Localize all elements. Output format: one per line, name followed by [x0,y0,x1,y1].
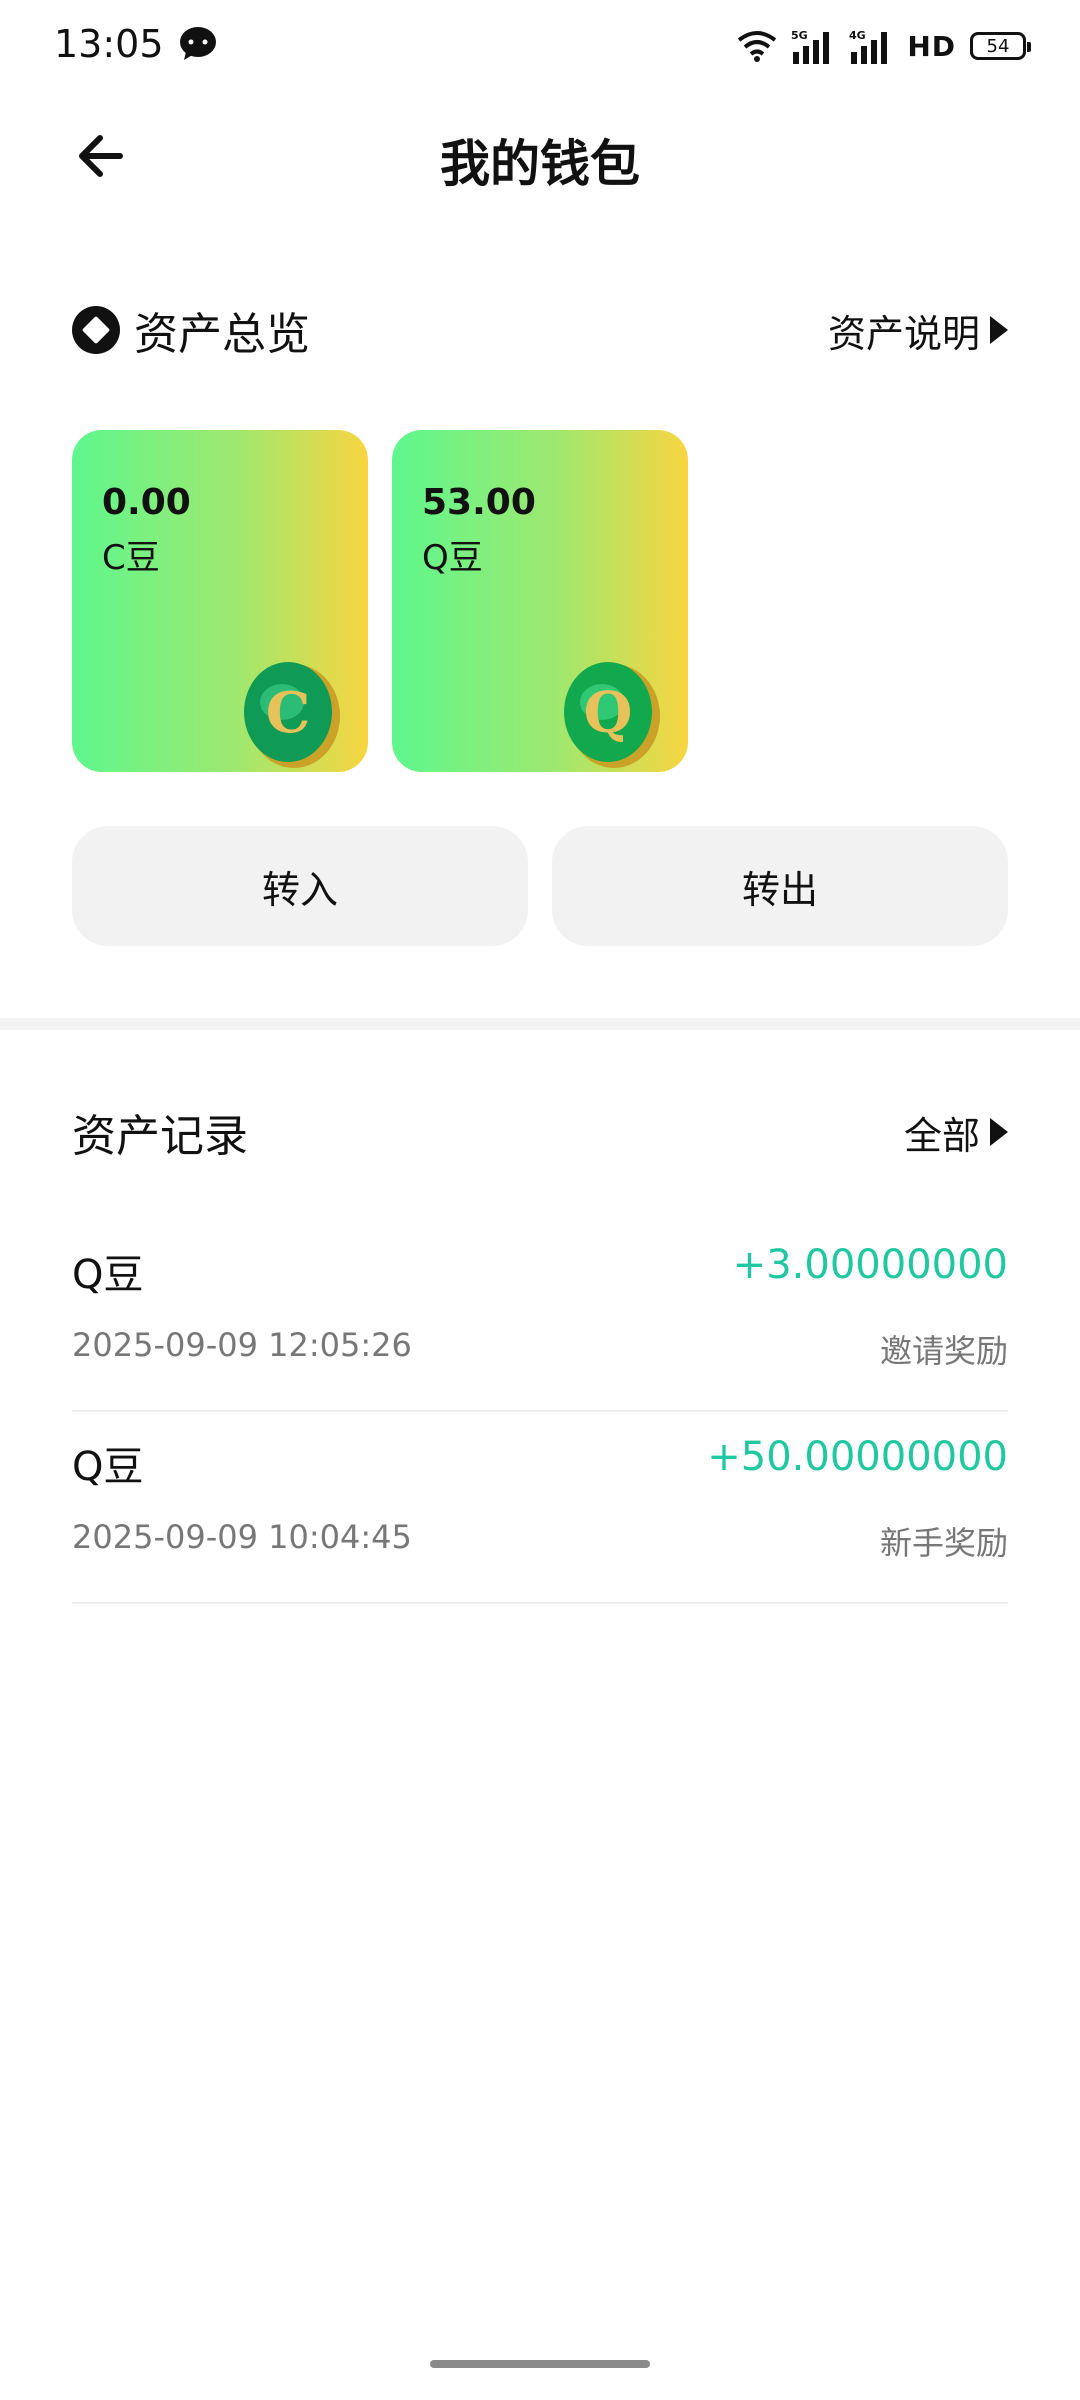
svg-text:5G: 5G [791,29,808,42]
records-filter-label: 全部 [903,1113,980,1158]
record-list: Q豆 +3.00000000 2025-09-09 12:05:26 邀请奖励 … [72,1220,1008,1604]
overview-header: 资产总览 资产说明 [72,294,1008,366]
play-triangle-icon [990,316,1008,344]
wifi-icon [738,31,777,62]
record-type: 邀请奖励 [879,1332,1008,1370]
record-type: 新手奖励 [879,1524,1008,1562]
section-divider [0,1018,1080,1030]
asset-label: C豆 [102,538,160,578]
record-name: Q豆 [72,1252,144,1298]
record-amount: +3.00000000 [732,1242,1008,1288]
overview-title: 资产总览 [134,309,310,360]
battery-level: 54 [986,35,1010,57]
record-time: 2025-09-09 10:04:45 [72,1518,412,1556]
records-header: 资产记录 全部 [72,1096,1008,1168]
asset-card-q[interactable]: 53.00 Q豆 Q [392,430,688,772]
asset-info-label: 资产说明 [827,311,980,356]
signal-4g-icon: 4G [849,29,888,64]
records-filter[interactable]: 全部 [904,1105,1008,1160]
q-coin-icon: Q [564,662,660,768]
play-triangle-icon [990,1118,1008,1146]
chat-bubble-icon [180,27,216,60]
svg-text:Q: Q [584,680,633,746]
c-coin-icon: C [244,662,340,768]
transfer-in-button[interactable]: 转入 [72,826,528,946]
page-title: 我的钱包 [440,135,640,193]
diamond-icon [72,306,120,354]
overview-title-group: 资产总览 [72,298,310,362]
record-amount: +50.00000000 [707,1434,1008,1480]
record-name: Q豆 [72,1444,144,1490]
signal-5g-icon: 5G [791,29,830,64]
asset-value: 53.00 [422,482,536,523]
asset-label: Q豆 [422,538,483,578]
transfer-out-button[interactable]: 转出 [552,826,1008,946]
hd-indicator: HD [907,29,956,63]
record-time: 2025-09-09 12:05:26 [72,1326,412,1364]
home-indicator[interactable] [430,2360,650,2368]
records-title: 资产记录 [72,1111,248,1162]
asset-cards: 0.00 C豆 C 53.00 Q豆 Q [72,430,688,772]
asset-info-link[interactable]: 资产说明 [828,303,1008,358]
status-bar: 13:05 5G 4G HD 54 [0,0,1080,92]
status-time: 13:05 [54,22,164,66]
list-item[interactable]: Q豆 +3.00000000 2025-09-09 12:05:26 邀请奖励 [72,1220,1008,1412]
list-item[interactable]: Q豆 +50.00000000 2025-09-09 10:04:45 新手奖励 [72,1412,1008,1604]
app-header: 我的钱包 [0,100,1080,212]
svg-text:C: C [266,680,311,746]
status-icons: 5G 4G HD 54 [737,26,1031,66]
asset-card-c[interactable]: 0.00 C豆 C [72,430,368,772]
battery-icon: 54 [970,32,1031,60]
transfer-actions: 转入 转出 [72,826,1008,946]
svg-text:4G: 4G [849,29,866,42]
asset-value: 0.00 [102,482,191,523]
